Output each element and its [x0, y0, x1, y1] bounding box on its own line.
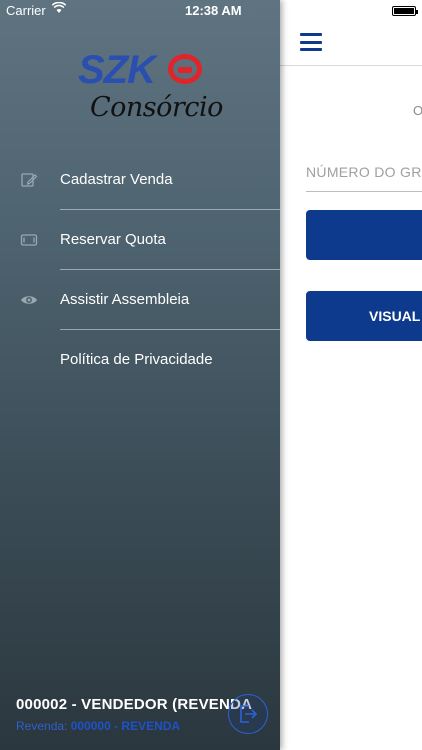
menu-item-cadastrar-venda[interactable]: Cadastrar Venda [0, 150, 280, 210]
menu-item-label: Política de Privacidade [60, 351, 213, 368]
drawer-menu: Cadastrar Venda Reservar Quota Assistir … [0, 150, 280, 390]
menu-item-assistir-assembleia[interactable]: Assistir Assembleia [0, 270, 280, 330]
wifi-icon [52, 2, 66, 13]
battery-icon [392, 6, 418, 16]
visualize-button[interactable]: VISUAL [306, 291, 422, 341]
carrier-label: Carrier [6, 3, 46, 18]
brand-logo: SZK Consórcio [78, 48, 223, 126]
menu-button[interactable] [300, 33, 322, 51]
menu-item-label: Assistir Assembleia [60, 291, 190, 308]
edit-icon [21, 173, 38, 187]
seller-name: 000002 - VENDEDOR (REVENDA [16, 696, 253, 713]
clock: 12:38 AM [185, 3, 242, 18]
revenda-value: 000000 - REVENDA [70, 719, 181, 733]
logo-o-mark [168, 54, 202, 84]
menu-item-reservar-quota[interactable]: Reservar Quota [0, 210, 280, 270]
logo-subtitle: Consórcio [90, 92, 223, 123]
menu-item-label: Cadastrar Venda [60, 171, 173, 188]
status-bar: Carrier 12:38 AM [0, 0, 280, 20]
revenda-label: Revenda: [16, 719, 68, 733]
logout-icon [240, 705, 258, 723]
primary-button[interactable] [306, 210, 422, 260]
main-top-label: O [413, 103, 422, 118]
logo-brand-text: SZK [78, 48, 156, 92]
main-navbar [280, 0, 422, 66]
revenda-info: Revenda: 000000 - REVENDA [16, 719, 180, 733]
eye-icon [21, 296, 37, 304]
side-drawer: Carrier 12:38 AM SZK Consórcio Cadastrar… [0, 0, 280, 750]
logout-button[interactable] [228, 694, 268, 734]
group-number-input[interactable] [306, 152, 422, 192]
menu-item-label: Reservar Quota [60, 231, 166, 248]
quota-icon [20, 234, 38, 246]
menu-item-politica-privacidade[interactable]: Política de Privacidade [0, 330, 280, 390]
